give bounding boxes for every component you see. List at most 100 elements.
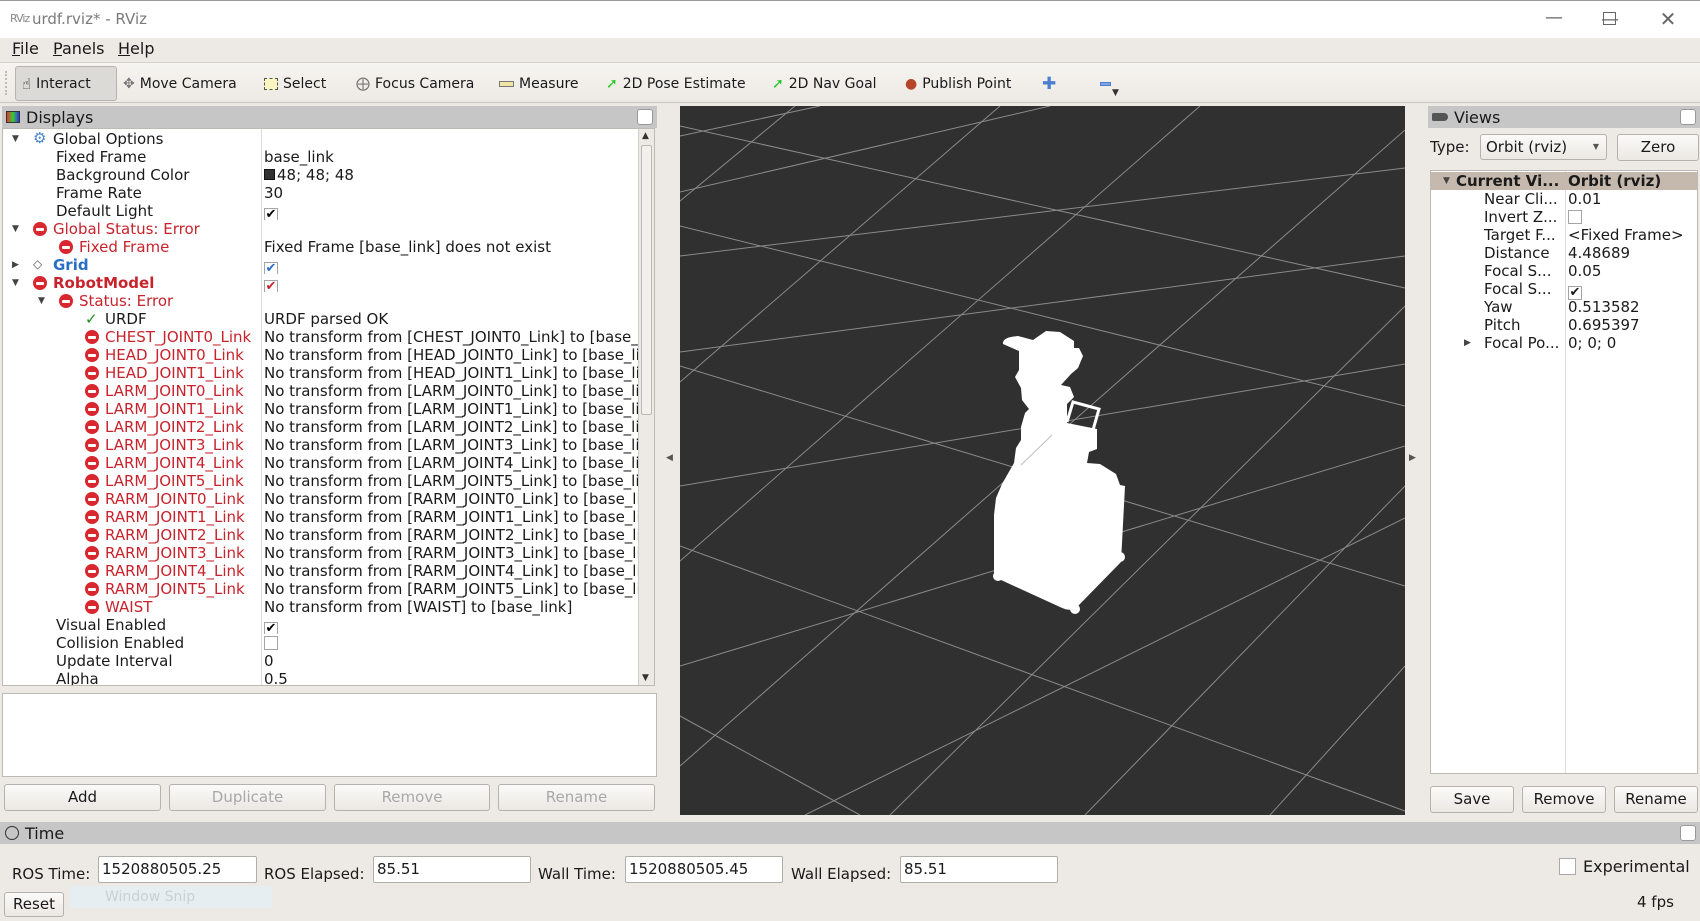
display-tree-row[interactable]: Alpha 0.5	[3, 670, 642, 685]
property-value[interactable]: No transform from [LARM_JOINT3_Link] to …	[264, 436, 642, 454]
property-value[interactable]: No transform from [WAIST] to [base_link]	[264, 598, 642, 616]
property-value[interactable]: ✔	[264, 202, 642, 220]
remove-display-button[interactable]: Remove	[334, 784, 490, 811]
display-tree-row[interactable]: LARM_JOINT4_Link No transform from [LARM_…	[3, 454, 642, 472]
checkbox[interactable]: ✔	[264, 280, 278, 292]
view-property-row[interactable]: Pitch 0.695397	[1431, 316, 1697, 334]
property-value[interactable]: No transform from [RARM_JOINT3_Link] to …	[264, 544, 642, 562]
property-value[interactable]: 48; 48; 48	[264, 166, 642, 184]
display-tree-row[interactable]: Background Color 48; 48; 48	[3, 166, 639, 184]
property-value[interactable]: No transform from [LARM_JOINT0_Link] to …	[264, 382, 642, 400]
display-tree-row[interactable]: LARM_JOINT0_Link No transform from [LARM_…	[3, 382, 642, 400]
rename-view-button[interactable]: Rename	[1614, 786, 1698, 813]
display-tree-row[interactable]: ▼ RobotModel ✔	[3, 274, 639, 292]
property-value[interactable]: ✔	[264, 616, 642, 634]
save-view-button[interactable]: Save	[1430, 786, 1514, 813]
property-value[interactable]: No transform from [CHEST_JOINT0_Link] to…	[264, 328, 642, 346]
display-tree-row[interactable]: LARM_JOINT1_Link No transform from [LARM_…	[3, 400, 642, 418]
property-value[interactable]: ✔	[264, 256, 642, 274]
view-property-row[interactable]: Focal S... ✔	[1431, 280, 1697, 300]
property-value[interactable]: ✔	[1568, 280, 1582, 300]
collapse-right-icon[interactable]: ▶	[1409, 453, 1416, 463]
expand-arrow-icon[interactable]: ▶	[12, 256, 19, 274]
toolbar-overflow-chevron-icon[interactable]: ▼	[1112, 88, 1119, 98]
view-property-row[interactable]: Target F... <Fixed Frame>	[1431, 226, 1697, 244]
wall-time-field[interactable]: 1520880505.45	[625, 856, 783, 883]
property-value[interactable]: 4.48689	[1568, 244, 1630, 262]
tool-publish-point[interactable]: ● Publish Point	[899, 66, 1017, 101]
experimental-checkbox[interactable]	[1559, 858, 1576, 875]
collapse-arrow-icon[interactable]: ▼	[12, 220, 19, 238]
property-value[interactable]: No transform from [LARM_JOINT2_Link] to …	[264, 418, 642, 436]
checkbox[interactable]: ✔	[264, 262, 278, 274]
property-value[interactable]: base_link	[264, 148, 642, 166]
undock-button[interactable]	[1680, 825, 1696, 841]
toolbar-grip[interactable]	[5, 71, 9, 95]
checkbox[interactable]: ✔	[264, 622, 278, 634]
collapse-arrow-icon[interactable]: ▼	[38, 292, 45, 310]
ros-elapsed-field[interactable]: 85.51	[373, 856, 531, 883]
menu-file[interactable]: File	[12, 39, 39, 58]
display-tree-row[interactable]: ▼ Status: Error	[3, 292, 639, 310]
display-tree-row[interactable]: LARM_JOINT3_Link No transform from [LARM_…	[3, 436, 642, 454]
view-property-row[interactable]: Near Cli... 0.01	[1431, 190, 1697, 208]
tool-select[interactable]: Select	[258, 66, 332, 101]
property-value[interactable]: 0.5	[264, 670, 642, 685]
display-tree-row[interactable]: RARM_JOINT0_Link No transform from [RARM_…	[3, 490, 642, 508]
ros-time-field[interactable]: 1520880505.25	[98, 856, 257, 883]
collapse-arrow-icon[interactable]: ▼	[12, 274, 19, 292]
3d-render-view[interactable]	[680, 106, 1405, 815]
color-swatch[interactable]	[264, 169, 275, 180]
display-tree-row[interactable]: Update Interval 0	[3, 652, 639, 670]
view-property-row[interactable]: Focal S... 0.05	[1431, 262, 1697, 280]
minimize-button[interactable]: —	[1539, 6, 1569, 32]
current-view-row[interactable]: ▼ Current Vi... Orbit (rviz)	[1431, 172, 1697, 190]
scrollbar-thumb[interactable]	[641, 145, 652, 415]
property-value[interactable]: 0.513582	[1568, 298, 1640, 316]
property-value[interactable]: 30	[264, 184, 642, 202]
menu-help[interactable]: Help	[118, 39, 154, 58]
display-tree-row[interactable]: RARM_JOINT1_Link No transform from [RARM_…	[3, 508, 642, 526]
scroll-down-icon[interactable]: ▼	[642, 673, 649, 683]
display-tree-row[interactable]: LARM_JOINT2_Link No transform from [LARM_…	[3, 418, 642, 436]
property-value[interactable]: <Fixed Frame>	[1568, 226, 1684, 244]
display-tree-row[interactable]: HEAD_JOINT0_Link No transform from [HEAD_…	[3, 346, 642, 364]
checkbox[interactable]	[264, 636, 278, 650]
property-value[interactable]: No transform from [RARM_JOINT1_Link] to …	[264, 508, 642, 526]
property-value[interactable]: URDF parsed OK	[264, 310, 642, 328]
tool-measure[interactable]: Measure	[493, 66, 585, 101]
display-tree-row[interactable]: CHEST_JOINT0_Link No transform from [CHES…	[3, 328, 642, 346]
display-tree-row[interactable]: ✓ URDF URDF parsed OK	[3, 310, 639, 328]
property-value[interactable]: No transform from [LARM_JOINT4_Link] to …	[264, 454, 642, 472]
property-value[interactable]	[264, 634, 642, 652]
tool-2d-pose-estimate[interactable]: ➚ 2D Pose Estimate	[600, 66, 752, 101]
property-value[interactable]: Fixed Frame [base_link] does not exist	[264, 238, 642, 256]
add-tool-button[interactable]: ✚	[1036, 66, 1062, 101]
close-button[interactable]: ✕	[1653, 6, 1683, 32]
checkbox[interactable]	[1568, 210, 1582, 224]
display-tree-row[interactable]: Default Light ✔	[3, 202, 639, 220]
display-tree-row[interactable]: RARM_JOINT2_Link No transform from [RARM_…	[3, 526, 642, 544]
display-tree-row[interactable]: HEAD_JOINT1_Link No transform from [HEAD_…	[3, 364, 642, 382]
wall-elapsed-field[interactable]: 85.51	[900, 856, 1058, 883]
property-value[interactable]: 0.695397	[1568, 316, 1640, 334]
menu-panels[interactable]: Panels	[53, 39, 105, 58]
maximize-button[interactable]	[1594, 8, 1624, 34]
property-value[interactable]	[1568, 208, 1582, 226]
property-value[interactable]: 0; 0; 0	[1568, 334, 1616, 352]
scroll-up-icon[interactable]: ▲	[642, 131, 649, 141]
display-tree-row[interactable]: RARM_JOINT4_Link No transform from [RARM_…	[3, 562, 642, 580]
view-property-row[interactable]: ▶ Focal Po... 0; 0; 0	[1431, 334, 1697, 352]
property-value[interactable]: No transform from [RARM_JOINT5_Link] to …	[264, 580, 642, 598]
display-tree-row[interactable]: Frame Rate 30	[3, 184, 639, 202]
duplicate-display-button[interactable]: Duplicate	[169, 784, 326, 811]
undock-button[interactable]	[637, 109, 653, 125]
view-property-row[interactable]: Invert Z...	[1431, 208, 1697, 226]
zero-button[interactable]: Zero	[1617, 134, 1699, 161]
display-tree-row[interactable]: WAIST No transform from [WAIST] to [base_…	[3, 598, 639, 616]
checkbox[interactable]: ✔	[264, 208, 278, 220]
display-tree-row[interactable]: RARM_JOINT3_Link No transform from [RARM_…	[3, 544, 642, 562]
expand-arrow-icon[interactable]: ▶	[1464, 334, 1471, 352]
add-display-button[interactable]: Add	[4, 784, 161, 811]
property-value[interactable]: No transform from [RARM_JOINT4_Link] to …	[264, 562, 642, 580]
